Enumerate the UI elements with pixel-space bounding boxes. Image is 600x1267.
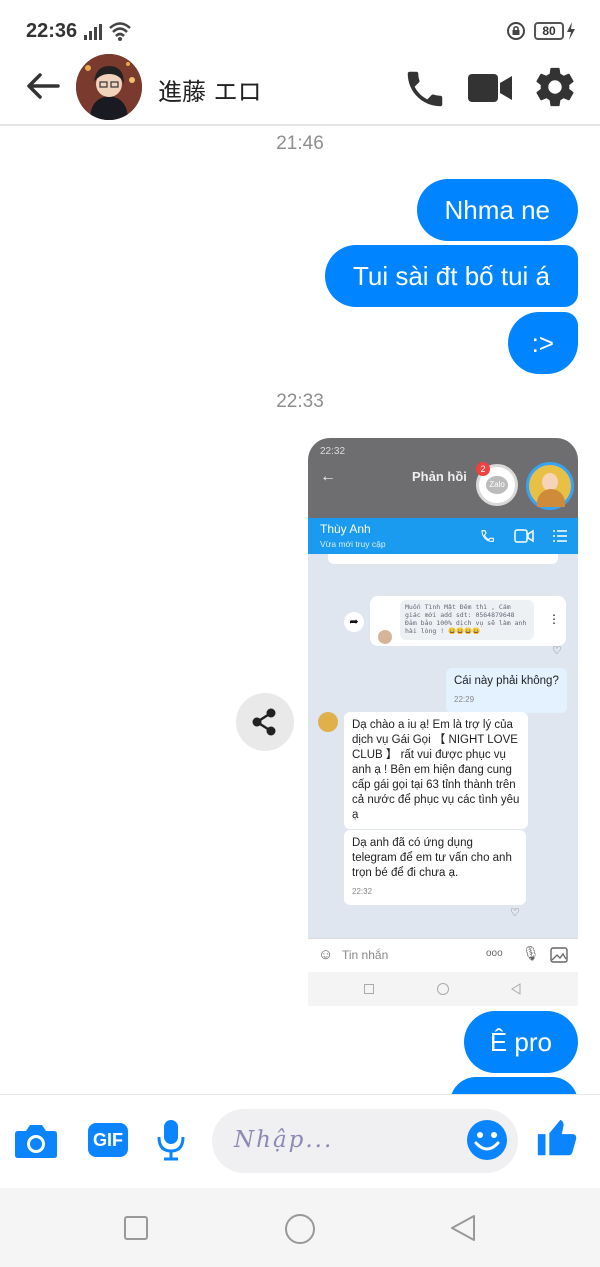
message-input-placeholder: Nhập... (234, 1127, 334, 1153)
back-nav-icon[interactable] (450, 1214, 476, 1242)
screenshot-mic-icon: 🎙 (522, 945, 540, 961)
screenshot-received-message: Dạ chào a iu ạ! Em là trợ lý của dịch vụ… (344, 712, 528, 829)
back-arrow-icon[interactable] (24, 70, 64, 102)
screenshot-contact-bar: Thùy Anh Vừa mới truy cập (308, 518, 578, 554)
sent-message[interactable]: Nhma ne (416, 179, 578, 241)
wifi-icon (109, 22, 131, 41)
screenshot-back-icon: ← (320, 468, 336, 485)
microphone-icon[interactable] (156, 1119, 186, 1161)
screenshot-system-nav (308, 972, 578, 1006)
heart-icon: ♡ (552, 645, 562, 657)
screenshot-chat-area: Muốn Tình Mặt Đêm thì , Cám giác mới add… (308, 554, 578, 938)
screenshot-topbar: 22:32 ← Phản hồi Zalo 2 (308, 438, 578, 520)
timestamp: 21:46 (276, 133, 324, 154)
camera-icon[interactable] (14, 1123, 58, 1159)
recent-apps-icon[interactable] (124, 1216, 148, 1240)
video-call-icon[interactable] (466, 68, 514, 108)
screenshot-input-bar: ☺ Tin nhắn ooo 🎙 (308, 938, 578, 972)
screenshot-agent-avatar (318, 712, 338, 732)
thumbs-up-icon[interactable] (534, 1115, 580, 1161)
share-icon (252, 708, 276, 736)
home-icon[interactable] (284, 1213, 316, 1245)
settings-gear-icon[interactable] (532, 64, 578, 110)
screenshot-menu-icon (553, 530, 567, 542)
screenshot-call-icon (481, 530, 494, 542)
sent-message[interactable]: Tui sài đt bố tui á (324, 245, 578, 307)
signal-icon (84, 24, 102, 40)
share-button[interactable] (236, 693, 294, 751)
forwarded-message-card: Muốn Tình Mặt Đêm thì , Cám giác mới add… (370, 596, 566, 646)
notification-badge: 2 (476, 462, 490, 476)
contact-name[interactable]: 進藤 エロ (158, 72, 262, 107)
chat-header: 進藤 エロ (0, 54, 600, 126)
sent-message[interactable]: :> (507, 312, 578, 374)
chathead-avatar (526, 462, 574, 510)
screenshot-small-avatar (378, 630, 392, 644)
heart-icon: ♡ (510, 907, 520, 919)
emoji-icon[interactable] (466, 1119, 508, 1161)
system-navigation-bar (0, 1188, 600, 1267)
screenshot-received-message: Dạ anh đã có ứng dụng telegram để em tư … (344, 830, 526, 905)
status-bar: 22:36 80 (0, 0, 600, 60)
gif-button[interactable]: GIF (88, 1123, 128, 1157)
contact-avatar[interactable] (76, 54, 142, 120)
screenshot-emoji-icon: ☺ (318, 946, 334, 963)
message-composer: GIF Nhập... (0, 1094, 600, 1188)
phone-call-icon[interactable] (402, 66, 448, 112)
charging-icon (567, 22, 575, 40)
status-time: 22:36 (26, 20, 78, 42)
rotation-lock-icon (507, 22, 525, 40)
battery-indicator: 80 (534, 22, 564, 40)
sent-message[interactable]: Ê pro (463, 1011, 578, 1073)
screenshot-sent-message: Cái này phải không? 22:29 (446, 668, 567, 713)
shared-screenshot-image[interactable]: 22:32 ← Phản hồi Zalo 2 Thùy Anh Vừa mới… (308, 438, 578, 1006)
timestamp: 22:33 (276, 391, 324, 412)
screenshot-video-icon (514, 529, 534, 543)
forward-icon: ➦ (344, 612, 364, 632)
screenshot-image-icon (550, 947, 568, 963)
